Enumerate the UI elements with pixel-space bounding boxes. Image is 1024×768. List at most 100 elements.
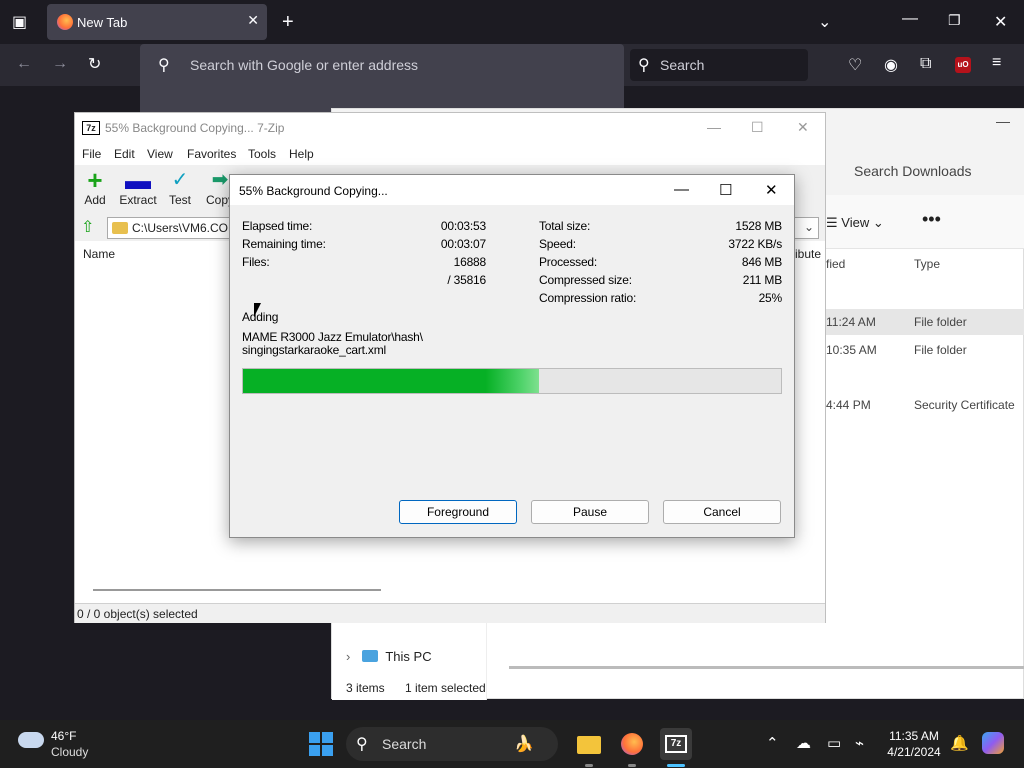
tab-list-icon[interactable]: ▣ xyxy=(12,12,27,32)
close-icon[interactable]: ✕ xyxy=(797,119,809,136)
nav-this-pc[interactable]: › This PC xyxy=(346,649,432,664)
windows-logo-tile xyxy=(322,745,333,756)
file-explorer-app[interactable] xyxy=(573,728,605,760)
menu-view[interactable]: View xyxy=(147,147,173,161)
add-button[interactable]: + Add xyxy=(83,165,107,207)
menu-favorites[interactable]: Favorites xyxy=(187,147,236,161)
new-tab-icon[interactable]: + xyxy=(282,11,294,34)
horizontal-scrollbar[interactable] xyxy=(509,666,1024,669)
clock-date[interactable]: 4/21/2024 xyxy=(885,745,943,759)
sevenzip-app[interactable]: 7z xyxy=(660,728,692,760)
column-modified[interactable]: fied xyxy=(826,257,845,271)
column-type[interactable]: Type xyxy=(914,257,940,271)
chevron-up-icon[interactable]: ⌃ xyxy=(766,734,779,752)
total-size-value: 1528 MB xyxy=(735,219,782,233)
file-row[interactable]: 11:24 AM File folder xyxy=(812,309,1024,335)
view-label: View xyxy=(841,215,870,230)
chevron-down-icon[interactable]: ⌄ xyxy=(804,220,814,234)
url-bar[interactable]: ⚲ Search with Google or enter address xyxy=(140,44,624,86)
minimize-icon[interactable]: — xyxy=(707,119,721,135)
app-running-indicator xyxy=(585,764,593,767)
menu-bar: File Edit View Favorites Tools Help xyxy=(75,145,825,165)
current-file-path: MAME R3000 Jazz Emulator\hash\ xyxy=(242,330,423,344)
tab-new-tab[interactable]: New Tab ✕ xyxy=(47,4,267,40)
test-button[interactable]: ✓ Test xyxy=(167,169,193,207)
close-window-icon[interactable]: ✕ xyxy=(994,12,1007,32)
restore-icon[interactable]: ❐ xyxy=(948,12,961,29)
view-button[interactable]: ☰ View ⌄ xyxy=(826,215,884,231)
sevenzip-logo-icon: 7z xyxy=(82,121,100,135)
monitor-icon[interactable]: ▭ xyxy=(827,734,841,752)
account-icon[interactable]: ◉ xyxy=(884,55,898,75)
minimize-icon[interactable]: — xyxy=(996,113,1010,129)
file-date: 4:44 PM xyxy=(826,398,871,412)
clock-time[interactable]: 11:35 AM xyxy=(885,729,943,743)
more-options-icon[interactable]: ••• xyxy=(922,209,941,230)
search-icon: ⚲ xyxy=(638,57,650,74)
menu-file[interactable]: File xyxy=(82,147,101,161)
start-button[interactable] xyxy=(309,732,333,756)
foreground-button[interactable]: Foreground xyxy=(399,500,517,524)
pause-button[interactable]: Pause xyxy=(531,500,649,524)
remaining-time-label: Remaining time: xyxy=(242,237,326,251)
minimize-icon[interactable]: — xyxy=(902,10,918,28)
extract-button[interactable]: ▬ Extract xyxy=(119,167,157,207)
weather-temperature[interactable]: 46°F xyxy=(51,729,76,743)
chevron-right-icon[interactable]: › xyxy=(346,649,350,664)
dialog-titlebar: 55% Background Copying... — ☐ ✕ xyxy=(230,175,794,205)
file-type: Security Certificate xyxy=(914,398,1015,412)
app-active-indicator xyxy=(667,764,685,767)
folder-icon xyxy=(112,222,128,234)
cloud-offline-icon[interactable]: ☁ xyxy=(796,734,811,752)
bing-highlight-icon: 🍌 xyxy=(514,736,534,753)
menu-edit[interactable]: Edit xyxy=(114,147,135,161)
maximize-icon[interactable]: ☐ xyxy=(719,181,732,199)
dialog-title: 55% Background Copying... xyxy=(239,184,388,198)
plus-icon: + xyxy=(87,165,103,195)
search-box[interactable]: ⚲ Search xyxy=(630,49,808,81)
minimize-icon[interactable]: — xyxy=(674,181,689,198)
status-item-count: 3 items xyxy=(346,681,385,695)
extensions-icon[interactable]: ⧉ xyxy=(920,55,931,73)
reload-icon[interactable]: ↻ xyxy=(88,54,101,74)
search-icon: ⚲ xyxy=(356,736,368,753)
speed-label: Speed: xyxy=(539,237,576,251)
chevron-down-icon[interactable]: ⌄ xyxy=(818,12,831,32)
menu-icon[interactable]: ≡ xyxy=(992,54,1001,72)
menu-tools[interactable]: Tools xyxy=(248,147,276,161)
file-row[interactable]: 4:44 PM Security Certificate xyxy=(812,392,1024,418)
column-name[interactable]: Name xyxy=(83,247,115,261)
browser-tab-bar: ▣ New Tab ✕ + ⌄ — ❐ ✕ xyxy=(0,0,1024,44)
horizontal-scrollbar[interactable] xyxy=(93,589,381,591)
files-total-value: / 35816 xyxy=(447,273,486,287)
file-row[interactable]: 10:35 AM File folder xyxy=(812,337,1024,363)
maximize-icon[interactable]: ☐ xyxy=(751,119,764,136)
column-attributes[interactable]: ribute xyxy=(791,247,821,261)
tab-title: New Tab xyxy=(77,15,128,30)
copilot-icon[interactable] xyxy=(982,732,1004,754)
cloud-icon[interactable] xyxy=(18,732,44,748)
search-placeholder: Search xyxy=(660,57,705,73)
menu-help[interactable]: Help xyxy=(289,147,314,161)
network-icon[interactable]: ⌁ xyxy=(855,734,864,752)
file-type: File folder xyxy=(914,343,967,357)
explorer-search-input[interactable]: Search Downloads xyxy=(854,163,972,179)
sevenzip-titlebar: 7z 55% Background Copying... 7-Zip — ☐ ✕ xyxy=(75,113,825,145)
forward-icon[interactable]: → xyxy=(52,55,68,73)
file-type: File folder xyxy=(914,315,967,329)
files-label: Files: xyxy=(242,255,270,269)
pocket-icon[interactable]: ♡ xyxy=(848,55,862,75)
close-tab-icon[interactable]: ✕ xyxy=(247,12,259,29)
close-icon[interactable]: ✕ xyxy=(765,181,778,199)
weather-condition[interactable]: Cloudy xyxy=(51,745,88,759)
progress-bar xyxy=(242,368,782,394)
firefox-app[interactable] xyxy=(616,728,648,760)
back-icon[interactable]: ← xyxy=(16,55,32,73)
bell-icon[interactable]: 🔔 xyxy=(950,734,969,752)
taskbar-search-placeholder: Search xyxy=(382,736,427,752)
taskbar-search[interactable]: ⚲ Search 🍌 xyxy=(346,727,558,761)
remaining-time-value: 00:03:07 xyxy=(440,237,486,251)
ublock-icon[interactable]: uO xyxy=(955,57,971,73)
up-folder-icon[interactable]: ⇧ xyxy=(81,217,94,237)
cancel-button[interactable]: Cancel xyxy=(663,500,781,524)
